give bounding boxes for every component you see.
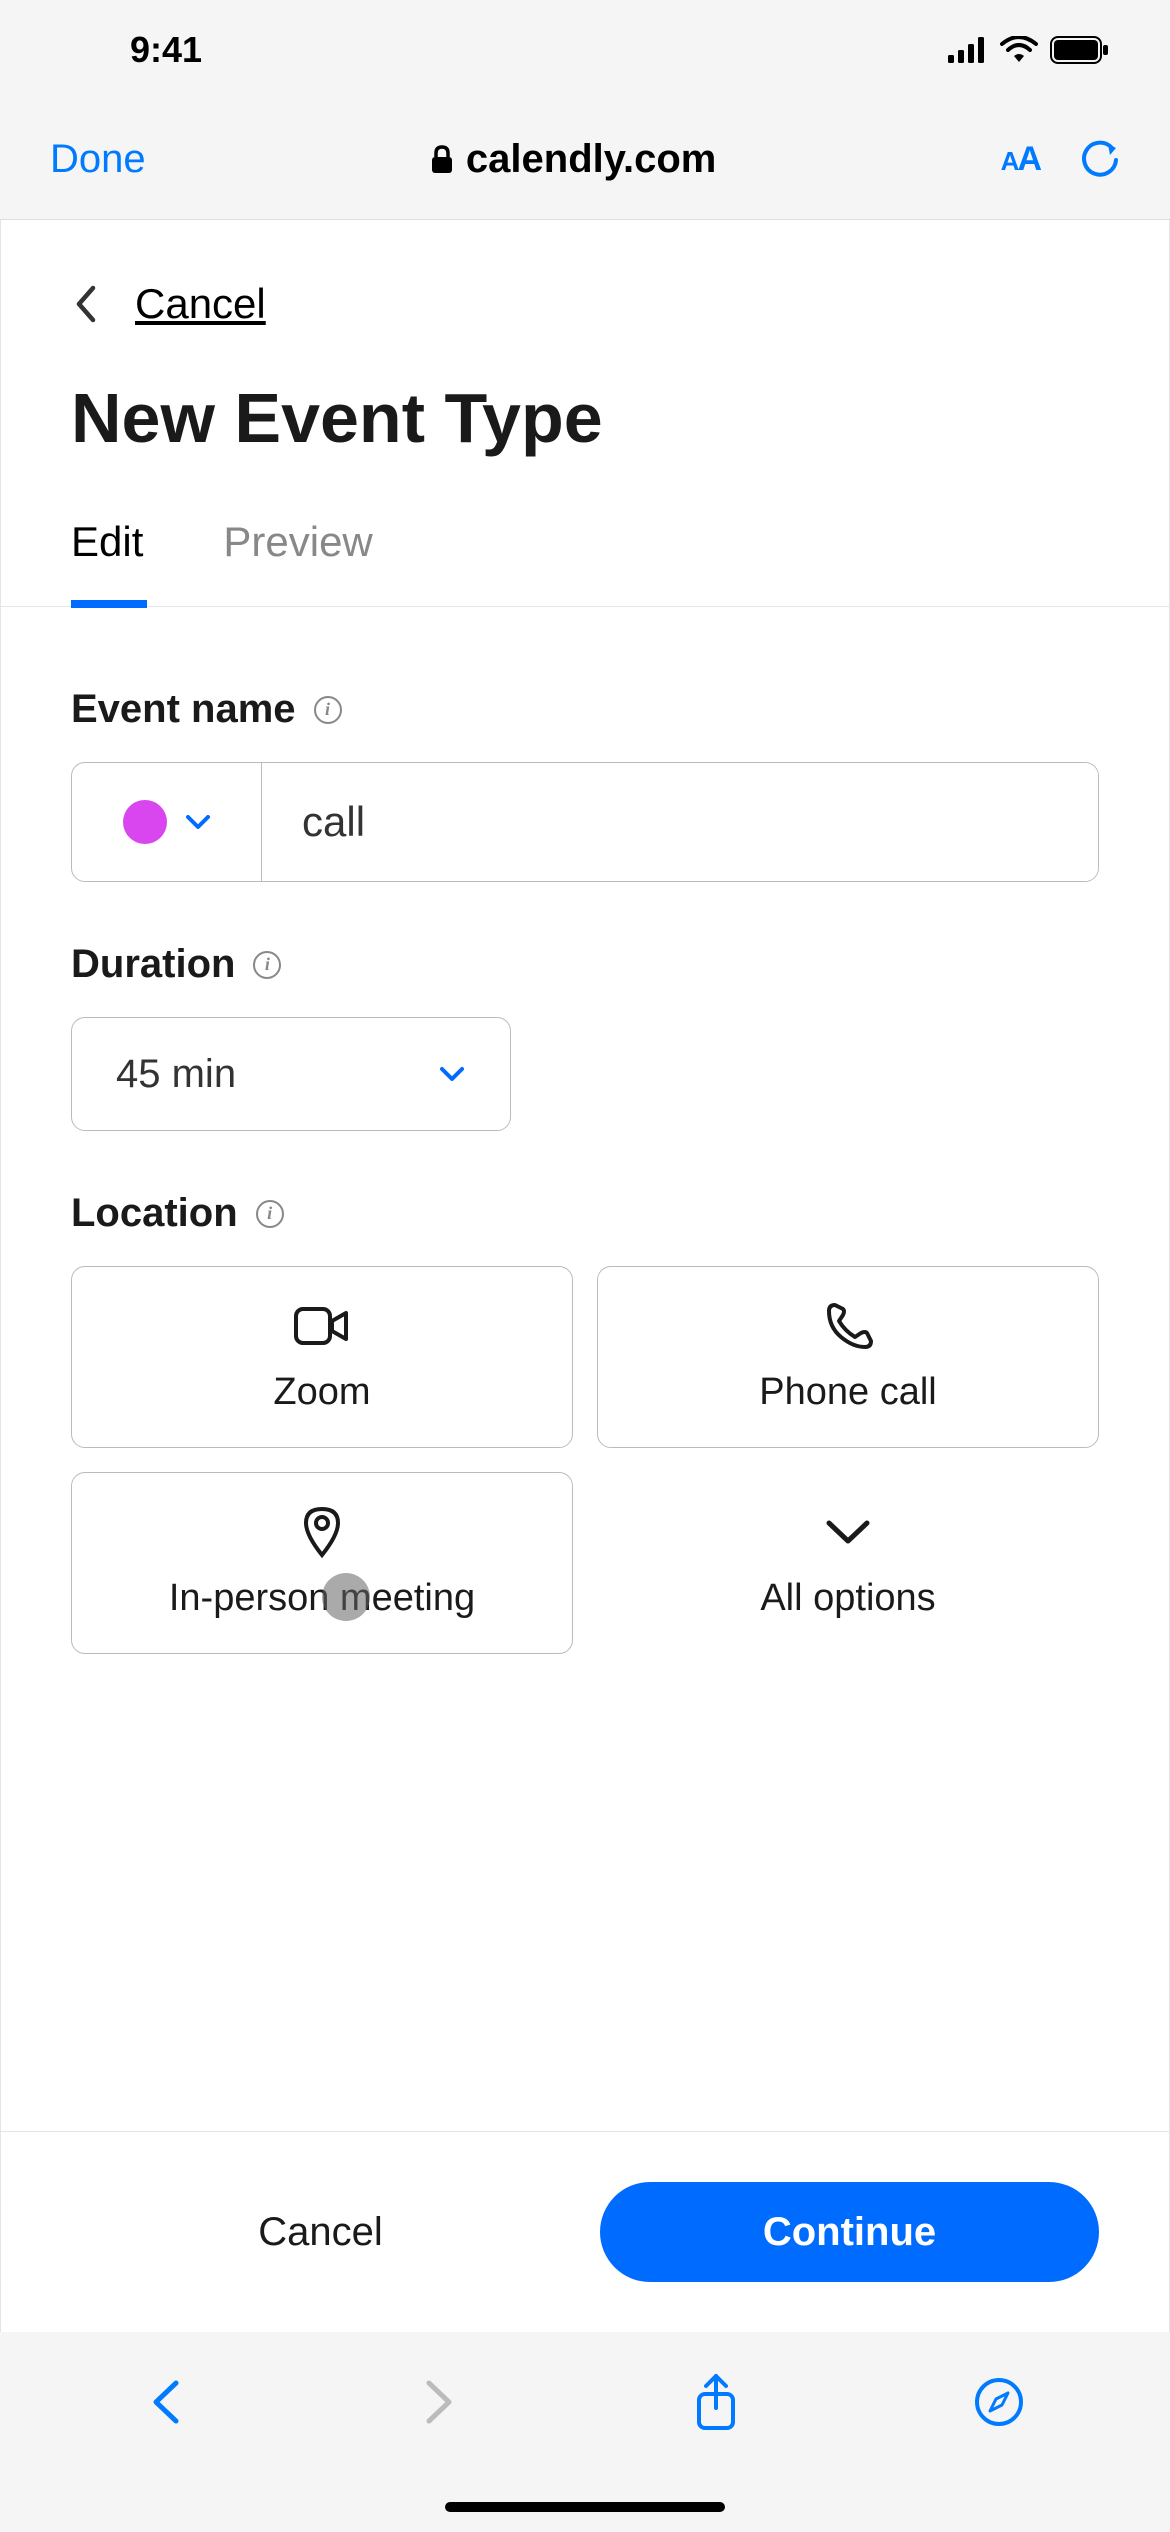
- info-icon[interactable]: i: [314, 696, 342, 724]
- back-row: Cancel: [71, 280, 1099, 328]
- status-bar: 9:41: [0, 0, 1170, 100]
- share-icon[interactable]: [691, 2372, 741, 2432]
- location-label: Location: [71, 1191, 238, 1236]
- duration-select[interactable]: 45 min: [71, 1017, 511, 1131]
- footer: Cancel Continue: [1, 2131, 1169, 2332]
- field-event-name: Event name i: [71, 687, 1099, 882]
- location-zoom[interactable]: Zoom: [71, 1266, 573, 1448]
- home-indicator[interactable]: [445, 2502, 725, 2512]
- duration-value: 45 min: [116, 1052, 236, 1097]
- reload-icon[interactable]: [1080, 140, 1120, 180]
- page-header: Cancel New Event Type: [1, 220, 1169, 518]
- status-icons: [948, 36, 1110, 64]
- status-time: 9:41: [130, 29, 202, 71]
- pin-icon: [302, 1507, 342, 1557]
- forward-icon: [419, 2377, 459, 2427]
- field-duration: Duration i 45 min: [71, 942, 1099, 1131]
- page-content: Cancel New Event Type Edit Preview Event…: [0, 220, 1170, 2332]
- event-name-row: [71, 762, 1099, 882]
- touch-indicator: [322, 1573, 370, 1621]
- back-chevron-icon[interactable]: [71, 284, 99, 324]
- url-display[interactable]: calendly.com: [430, 137, 716, 182]
- url-text: calendly.com: [466, 137, 716, 182]
- lock-icon: [430, 145, 454, 175]
- browser-bar: Done calendly.com AA: [0, 100, 1170, 220]
- location-inperson[interactable]: In-person meeting: [71, 1472, 573, 1654]
- color-picker[interactable]: [72, 763, 262, 881]
- text-size-button[interactable]: AA: [1001, 140, 1040, 179]
- location-all-options[interactable]: All options: [597, 1472, 1099, 1654]
- location-grid: Zoom Phone call In-person meeting: [71, 1266, 1099, 1654]
- chevron-down-icon: [438, 1065, 466, 1083]
- color-dot: [123, 800, 167, 844]
- done-button[interactable]: Done: [50, 137, 146, 182]
- cellular-icon: [948, 37, 988, 63]
- tab-edit[interactable]: Edit: [71, 518, 143, 606]
- event-name-label: Event name: [71, 687, 296, 732]
- location-phone-label: Phone call: [759, 1371, 936, 1414]
- wifi-icon: [1000, 36, 1038, 64]
- safari-icon[interactable]: [974, 2377, 1024, 2427]
- tab-preview[interactable]: Preview: [223, 518, 372, 606]
- page-title: New Event Type: [71, 378, 1099, 458]
- chevron-down-icon: [185, 814, 211, 830]
- chevron-down-icon: [823, 1507, 873, 1557]
- location-phone[interactable]: Phone call: [597, 1266, 1099, 1448]
- field-location: Location i Zoom Phone call: [71, 1191, 1099, 1654]
- form: Event name i Duration i 45 min: [1, 607, 1169, 2131]
- video-icon: [294, 1301, 350, 1351]
- event-name-input[interactable]: [262, 763, 1098, 881]
- location-all-label: All options: [760, 1577, 935, 1620]
- continue-button[interactable]: Continue: [600, 2182, 1099, 2282]
- cancel-link[interactable]: Cancel: [135, 280, 266, 328]
- location-zoom-label: Zoom: [273, 1371, 370, 1414]
- phone-icon: [823, 1301, 873, 1351]
- info-icon[interactable]: i: [253, 951, 281, 979]
- back-icon[interactable]: [146, 2377, 186, 2427]
- info-icon[interactable]: i: [256, 1200, 284, 1228]
- tabs: Edit Preview: [1, 518, 1169, 607]
- battery-icon: [1050, 36, 1110, 64]
- bottom-toolbar: [0, 2332, 1170, 2532]
- cancel-button[interactable]: Cancel: [71, 2182, 570, 2282]
- duration-label: Duration: [71, 942, 235, 987]
